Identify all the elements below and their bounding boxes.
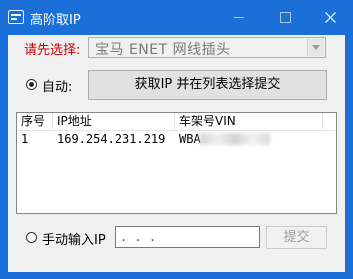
close-button[interactable] [308, 0, 353, 35]
ip-list[interactable]: 序号 IP地址 车架号VIN 1 169.254.231.219 WBA [16, 112, 337, 214]
auto-radio[interactable] [26, 79, 37, 90]
interface-combobox[interactable]: 宝马 ENET 网线插头 [88, 37, 326, 58]
combobox-value: 宝马 ENET 网线插头 [95, 42, 231, 58]
app-icon [8, 10, 24, 24]
column-header-ip[interactable]: IP地址 [53, 113, 175, 130]
auto-label[interactable]: 自动: [42, 76, 72, 95]
dialog-body: 请先选择: 宝马 ENET 网线插头 自动: 获取IP 并在列表选择提交 序号 … [8, 35, 345, 272]
select-label: 请先选择: [24, 43, 81, 58]
app-window: 高阶取IP 请先选择: 宝马 ENET 网线插头 自动: 获取IP 并在列表选择… [0, 0, 353, 279]
maximize-button[interactable] [262, 0, 308, 35]
close-icon [325, 12, 336, 23]
submit-button[interactable]: 提交 [266, 226, 327, 249]
vin-redaction [200, 133, 270, 145]
window-title: 高阶取IP [30, 13, 81, 28]
row-index: 1 [21, 132, 29, 146]
column-header-vin[interactable]: 车架号VIN [175, 113, 323, 130]
manual-radio[interactable] [26, 232, 37, 243]
minimize-button[interactable] [216, 0, 262, 35]
list-header: 序号 IP地址 车架号VIN [17, 113, 336, 131]
minimize-icon [234, 17, 244, 18]
column-header-extra[interactable] [323, 113, 336, 130]
manual-label[interactable]: 手动输入IP [42, 229, 106, 248]
chevron-down-icon[interactable] [307, 39, 324, 56]
table-row[interactable]: 1 169.254.231.219 WBA [17, 131, 336, 147]
maximize-icon [280, 12, 291, 23]
manual-ip-input[interactable]: . . . [115, 226, 260, 248]
title-bar[interactable]: 高阶取IP [0, 0, 353, 35]
row-ip: 169.254.231.219 [57, 132, 166, 146]
column-header-index[interactable]: 序号 [17, 113, 53, 130]
fetch-ip-button[interactable]: 获取IP 并在列表选择提交 [88, 70, 327, 100]
